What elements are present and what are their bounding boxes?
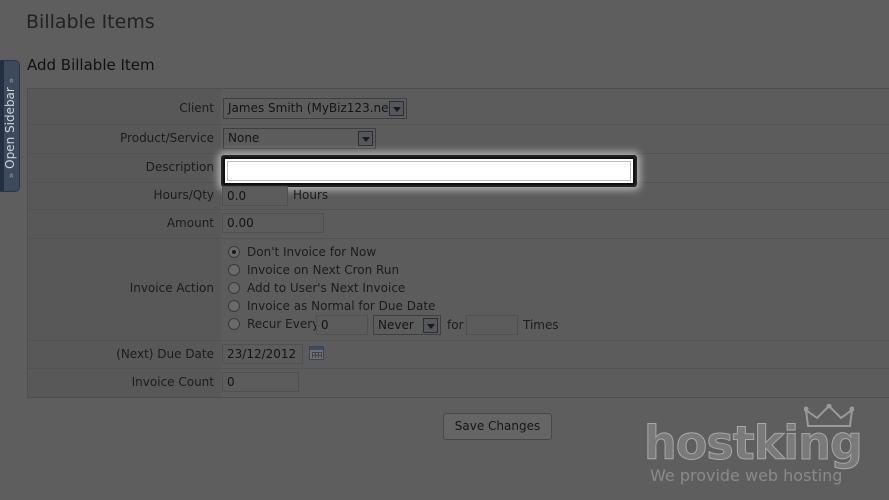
chevron-down-icon[interactable] [389, 101, 404, 116]
amount-input[interactable]: 0.00 [222, 213, 324, 233]
description-label: Description [145, 160, 214, 174]
hours-unit-label: Hours [293, 188, 329, 202]
product-service-select[interactable]: None [223, 128, 376, 149]
radio-button[interactable] [228, 246, 240, 258]
row-divider [28, 209, 889, 210]
recur-for-label: for [447, 318, 464, 332]
recur-period-select[interactable]: Never [373, 315, 441, 335]
chevron-right-icon: » [7, 77, 17, 84]
radio-button[interactable] [228, 282, 240, 294]
radio-button[interactable] [228, 300, 240, 312]
hours-qty-label: Hours/Qty [153, 188, 214, 202]
product-service-label: Product/Service [120, 131, 214, 145]
save-changes-button[interactable]: Save Changes [443, 413, 552, 440]
open-sidebar-label: » Open Sidebar » [3, 77, 17, 179]
hostking-watermark-logo: hostking We provide web hosting [644, 402, 884, 494]
hours-qty-input[interactable]: 0.0 [222, 186, 288, 206]
row-divider [28, 340, 889, 341]
invoice-count-input[interactable]: 0 [222, 372, 299, 392]
invoice-count-label: Invoice Count [131, 375, 214, 389]
due-date-input[interactable]: 23/12/2012 [222, 344, 303, 364]
due-date-label: (Next) Due Date [116, 347, 214, 361]
amount-label: Amount [166, 216, 214, 230]
chevron-down-icon[interactable] [358, 131, 373, 146]
radio-label: Don't Invoice for Now [247, 245, 377, 259]
recur-times-input[interactable] [466, 315, 518, 335]
recur-times-label: Times [523, 318, 559, 332]
row-divider [28, 153, 889, 154]
radio-label: Invoice as Normal for Due Date [247, 299, 436, 313]
recur-period-select-value: Never [378, 318, 414, 332]
row-divider [28, 124, 889, 125]
watermark-tagline: We provide web hosting [650, 466, 843, 485]
calendar-icon[interactable] [309, 346, 324, 360]
client-select[interactable]: James Smith (MyBiz123.net) [223, 98, 407, 119]
recur-every-input[interactable]: 0 [316, 315, 368, 335]
product-service-select-value: None [228, 131, 260, 145]
section-title: Add Billable Item [27, 56, 155, 74]
watermark-brand: hostking [644, 416, 864, 471]
chevron-left-icon: » [7, 172, 17, 179]
radio-label: Add to User's Next Invoice [247, 281, 406, 295]
row-divider [28, 368, 889, 369]
invoice-action-label: Invoice Action [129, 281, 214, 295]
chevron-down-icon[interactable] [423, 318, 438, 333]
client-select-value: James Smith (MyBiz123.net) [228, 101, 398, 115]
open-sidebar-tab[interactable]: » Open Sidebar » [0, 60, 20, 192]
description-input[interactable] [227, 161, 631, 181]
radio-button[interactable] [228, 264, 240, 276]
description-field-highlight [221, 155, 637, 187]
radio-label: Recur Every [247, 317, 320, 331]
row-divider [28, 238, 889, 239]
page-title: Billable Items [26, 11, 155, 33]
radio-label: Invoice on Next Cron Run [247, 263, 400, 277]
client-label: Client [179, 101, 214, 115]
radio-button[interactable] [228, 318, 240, 330]
